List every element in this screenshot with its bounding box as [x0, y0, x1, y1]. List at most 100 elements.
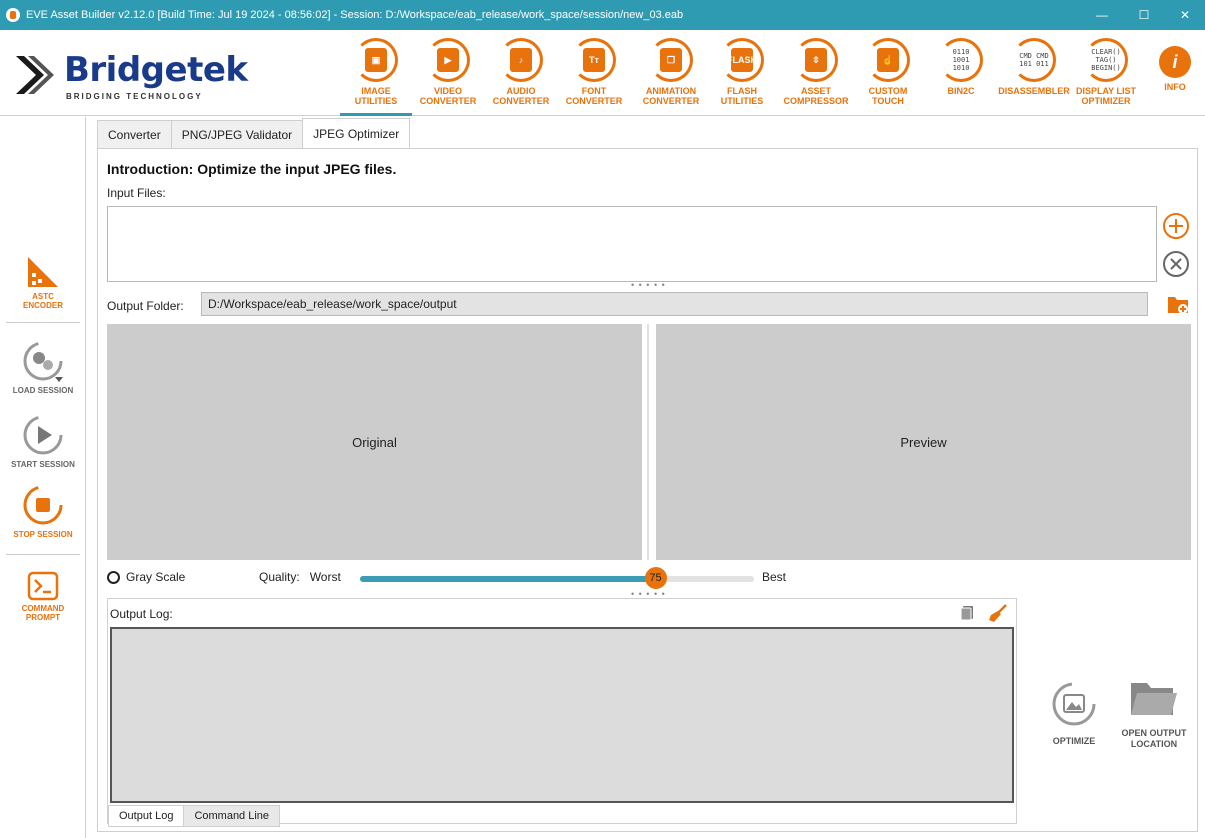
command-prompt-button[interactable]: COMMAND PROMPT — [0, 571, 86, 622]
custom-touch-label-2: TOUCH — [872, 96, 904, 106]
tab-command-line[interactable]: Command Line — [183, 805, 281, 827]
tab-png-jpeg-validator[interactable]: PNG/JPEG Validator — [170, 120, 304, 148]
astc-encoder-icon — [28, 257, 58, 287]
app-window: EVE Asset Builder v2.12.0 [Build Time: J… — [0, 0, 1205, 838]
log-tabs: Output Log Command Line — [108, 805, 281, 827]
font-converter-label: FONT — [581, 86, 607, 96]
info-label: INFO — [1164, 82, 1186, 92]
load-session-button[interactable]: LOAD SESSION — [0, 339, 86, 395]
start-session-icon — [23, 415, 63, 455]
stop-session-button[interactable]: STOP SESSION — [0, 483, 86, 539]
bin2c-label: BIN2C — [947, 86, 975, 96]
left-sidebar: ASTC ENCODER LOAD SESSION START SESSION — [0, 117, 86, 838]
toolbar-font-converter[interactable]: Tт FONT CONVERTER — [558, 34, 630, 116]
brand-name: Bridgetek — [64, 50, 248, 90]
display-list-optimizer-icon: CLEAR() TAG() BEGIN() — [1084, 38, 1128, 82]
quality-max-label: Best — [762, 570, 787, 584]
sidebar-divider — [6, 322, 80, 323]
quality-label: Quality: — [259, 570, 300, 584]
font-converter-icon: Tт — [572, 38, 616, 82]
start-session-label: START SESSION — [11, 460, 75, 469]
open-output-label-1: OPEN OUTPUT — [1121, 728, 1187, 738]
audio-converter-glyph: ♪ — [510, 48, 532, 72]
toolbar-image-utilities[interactable]: ▣ IMAGE UTILITIES — [340, 34, 412, 116]
introduction-text: Introduction: Optimize the input JPEG fi… — [107, 161, 397, 177]
display-list-optimizer-label: DISPLAY LIST — [1075, 86, 1137, 96]
header: Bridgetek BRIDGING TECHNOLOGY ▣ IMAGE UTIL… — [0, 30, 1205, 116]
remove-file-icon[interactable] — [1161, 249, 1191, 279]
toolbar-disassembler[interactable]: CMD CMD 101 011 DISASSEMBLER — [998, 34, 1070, 116]
font-converter-glyph: Tт — [583, 48, 605, 72]
bin2c-glyph: 0110 1001 1010 — [952, 48, 970, 72]
window-title: EVE Asset Builder v2.12.0 [Build Time: J… — [26, 9, 684, 21]
start-session-button[interactable]: START SESSION — [0, 413, 86, 469]
disassembler-icon: CMD CMD 101 011 — [1012, 38, 1056, 82]
preview-image-pane: Preview — [656, 324, 1191, 560]
audio-converter-icon: ♪ — [499, 38, 543, 82]
animation-converter-glyph: ❐ — [660, 48, 682, 72]
command-prompt-label-2: PROMPT — [25, 613, 61, 622]
toolbar-video-converter[interactable]: ▶ VIDEO CONVERTER — [412, 34, 484, 116]
info-icon: i — [1159, 46, 1191, 78]
close-button[interactable]: ✕ — [1165, 0, 1205, 30]
browse-folder-icon[interactable] — [1167, 293, 1189, 315]
video-converter-glyph: ▶ — [437, 48, 459, 72]
open-folder-icon — [1131, 683, 1177, 715]
output-folder-field[interactable]: D:/Workspace/eab_release/work_space/outp… — [201, 292, 1148, 316]
toolbar-audio-converter[interactable]: ♪ AUDIO CONVERTER — [485, 34, 557, 116]
quality-row: Quality: Worst — [259, 570, 341, 584]
tab-output-log[interactable]: Output Log — [108, 805, 185, 827]
tab-jpeg-optimizer[interactable]: JPEG Optimizer — [302, 118, 411, 148]
optimize-icon — [1052, 682, 1096, 726]
grayscale-label: Gray Scale — [126, 570, 186, 584]
load-session-icon — [23, 341, 63, 382]
astc-encoder-button[interactable]: ASTC ENCODER — [0, 255, 86, 310]
asset-compressor-glyph: ⇳ — [805, 48, 827, 72]
custom-touch-label: CUSTOM — [868, 86, 908, 96]
quality-slider-fill — [360, 576, 656, 582]
splitter-handle[interactable]: • • • • • — [631, 280, 666, 290]
flash-utilities-label-2: UTILITIES — [720, 96, 764, 106]
output-log-area[interactable] — [110, 627, 1014, 803]
app-icon — [6, 8, 20, 22]
toolbar-bin2c[interactable]: 0110 1001 1010 BIN2C — [925, 34, 997, 116]
image-utilities-icon: ▣ — [354, 38, 398, 82]
custom-touch-icon: ☝ — [866, 38, 910, 82]
output-log-panel: Output Log: Output Log Command Line — [107, 598, 1017, 827]
optimize-button[interactable]: OPTIMIZE — [1034, 679, 1114, 747]
asset-compressor-label-2: COMPRESSOR — [783, 96, 849, 106]
toolbar-flash-utilities[interactable]: FLASH FLASH UTILITIES — [706, 34, 778, 116]
copy-log-icon[interactable] — [960, 605, 974, 621]
grayscale-option[interactable]: Gray Scale — [107, 570, 185, 584]
command-prompt-icon — [27, 571, 59, 601]
toolbar-animation-converter[interactable]: ❐ ANIMATION CONVERTER — [635, 34, 707, 116]
add-file-icon[interactable] — [1161, 211, 1191, 241]
asset-compressor-icon: ⇳ — [794, 38, 838, 82]
toolbar-custom-touch[interactable]: ☝ CUSTOM TOUCH — [852, 34, 924, 116]
image-utilities-label-2: UTILITIES — [354, 96, 398, 106]
toolbar-asset-compressor[interactable]: ⇳ ASSET COMPRESSOR — [780, 34, 852, 116]
clear-log-broom-icon[interactable] — [988, 603, 1008, 623]
image-utilities-label: IMAGE — [361, 86, 391, 96]
quality-slider-handle[interactable]: 75 — [644, 567, 667, 589]
minimize-button[interactable]: — — [1082, 0, 1122, 30]
sidebar-divider — [6, 554, 80, 555]
stop-session-label: STOP SESSION — [13, 530, 73, 539]
tab-converter[interactable]: Converter — [97, 120, 172, 148]
input-files-list[interactable] — [107, 206, 1157, 282]
open-output-location-button[interactable]: OPEN OUTPUT LOCATION — [1114, 679, 1194, 750]
toolbar-display-list-optimizer[interactable]: CLEAR() TAG() BEGIN() DISPLAY LIST OPTIMIZ… — [1070, 34, 1142, 116]
grayscale-radio[interactable] — [107, 570, 120, 584]
animation-converter-label-2: CONVERTER — [642, 96, 700, 106]
animation-converter-icon: ❐ — [649, 38, 693, 82]
stop-session-icon — [23, 485, 63, 525]
quality-slider[interactable] — [360, 576, 754, 582]
toolbar-info[interactable]: i INFO — [1150, 34, 1200, 116]
info-glyph: i — [1172, 51, 1178, 72]
maximize-button[interactable]: ☐ — [1124, 0, 1164, 30]
pane-splitter[interactable] — [647, 324, 649, 560]
custom-touch-glyph: ☝ — [877, 48, 899, 72]
asset-compressor-label: ASSET — [800, 86, 831, 96]
output-log-title: Output Log: — [110, 607, 173, 621]
animation-converter-label: ANIMATION — [645, 86, 697, 96]
